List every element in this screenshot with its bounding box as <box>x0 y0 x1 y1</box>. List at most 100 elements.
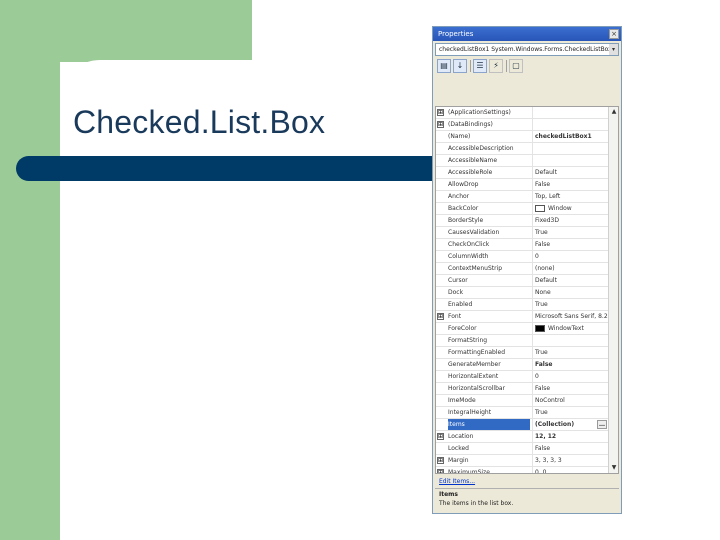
property-value[interactable]: Default <box>532 167 608 178</box>
property-name: ColumnWidth <box>448 253 489 260</box>
property-row[interactable]: ⊞ Font Microsoft Sans Serif, 8.25 <box>436 311 608 323</box>
property-value[interactable]: False <box>532 239 608 250</box>
property-value[interactable]: (Collection)… <box>532 419 608 430</box>
expand-icon[interactable]: ⊞ <box>437 121 444 128</box>
property-value[interactable]: True <box>532 407 608 418</box>
property-row[interactable]: ImeMode NoControl <box>436 395 608 407</box>
property-row[interactable]: CheckOnClick False <box>436 239 608 251</box>
edit-items-link[interactable]: Edit Items... <box>439 478 475 485</box>
property-value[interactable]: 0 <box>532 371 608 382</box>
property-name: (Name) <box>448 133 471 140</box>
slide-green-top-band <box>60 0 252 62</box>
property-row[interactable]: BackColor Window <box>436 203 608 215</box>
property-row[interactable]: ⊞ MaximumSize 0, 0 <box>436 467 608 474</box>
property-value[interactable]: WindowText <box>532 323 608 334</box>
property-value[interactable]: 12, 12 <box>532 431 608 442</box>
property-row[interactable]: Enabled True <box>436 299 608 311</box>
property-value[interactable]: Top, Left <box>532 191 608 202</box>
property-value-text: Fixed3D <box>535 217 559 224</box>
property-row[interactable]: HorizontalExtent 0 <box>436 371 608 383</box>
property-row[interactable]: ⊞ Margin 3, 3, 3, 3 <box>436 455 608 467</box>
property-row[interactable]: Dock None <box>436 287 608 299</box>
property-row[interactable]: ⊞ Location 12, 12 <box>436 431 608 443</box>
expand-icon[interactable]: ⊞ <box>437 433 444 440</box>
property-value[interactable] <box>532 143 608 154</box>
property-value[interactable] <box>532 155 608 166</box>
property-name: ForeColor <box>448 325 477 332</box>
property-row[interactable]: (Name) checkedListBox1 <box>436 131 608 143</box>
property-row[interactable]: FormattingEnabled True <box>436 347 608 359</box>
property-pages-button[interactable]: ▢ <box>509 59 523 73</box>
property-value[interactable]: checkedListBox1 <box>532 131 608 142</box>
property-value-text: None <box>535 289 551 296</box>
expand-icon[interactable]: ⊞ <box>437 109 444 116</box>
property-name: Locked <box>448 445 469 452</box>
property-row[interactable]: ColumnWidth 0 <box>436 251 608 263</box>
property-value[interactable] <box>532 119 608 130</box>
property-row[interactable]: CausesValidation True <box>436 227 608 239</box>
ellipsis-button[interactable]: … <box>597 420 607 429</box>
properties-view-button[interactable]: ☰ <box>473 59 487 73</box>
property-name: AllowDrop <box>448 181 479 188</box>
scroll-down-icon[interactable]: ▼ <box>609 463 618 473</box>
close-button[interactable]: × <box>609 29 619 39</box>
property-value[interactable]: Microsoft Sans Serif, 8.25 <box>532 311 608 322</box>
property-row[interactable]: ContextMenuStrip (none) <box>436 263 608 275</box>
property-row[interactable]: AccessibleName <box>436 155 608 167</box>
property-row[interactable]: Anchor Top, Left <box>436 191 608 203</box>
property-row[interactable]: BorderStyle Fixed3D <box>436 215 608 227</box>
property-row[interactable]: AccessibleDescription <box>436 143 608 155</box>
property-value[interactable]: False <box>532 383 608 394</box>
property-name: CausesValidation <box>448 229 500 236</box>
property-value[interactable]: True <box>532 347 608 358</box>
toolbar-separator <box>470 60 471 72</box>
property-value[interactable] <box>532 107 608 118</box>
properties-window: Properties × checkedListBox1 System.Wind… <box>432 26 622 514</box>
alphabetical-button[interactable]: ↓ <box>453 59 467 73</box>
property-value[interactable]: True <box>532 299 608 310</box>
property-value[interactable]: Default <box>532 275 608 286</box>
property-row[interactable]: ⊞ (DataBindings) <box>436 119 608 131</box>
expand-icon[interactable]: ⊞ <box>437 313 444 320</box>
property-row[interactable]: FormatString <box>436 335 608 347</box>
property-value[interactable]: True <box>532 227 608 238</box>
property-value[interactable]: False <box>532 359 608 370</box>
property-value[interactable]: False <box>532 443 608 454</box>
color-swatch <box>535 205 545 212</box>
chevron-down-icon[interactable]: ▾ <box>609 44 618 55</box>
property-value[interactable]: NoControl <box>532 395 608 406</box>
events-view-button[interactable]: ⚡ <box>489 59 503 73</box>
property-name: Location <box>448 433 474 440</box>
property-value[interactable]: 0 <box>532 251 608 262</box>
property-name: AccessibleDescription <box>448 145 514 152</box>
property-row[interactable]: Items (Collection)… <box>436 419 608 431</box>
property-row[interactable]: ⊞ (ApplicationSettings) <box>436 107 608 119</box>
object-selector-combo[interactable]: checkedListBox1 System.Windows.Forms.Che… <box>435 43 619 56</box>
property-value[interactable]: 0, 0 <box>532 467 608 474</box>
toolbar-separator <box>506 60 507 72</box>
property-row[interactable]: ForeColor WindowText <box>436 323 608 335</box>
property-value[interactable] <box>532 335 608 346</box>
property-row[interactable]: Locked False <box>436 443 608 455</box>
property-pages-icon: ▢ <box>512 61 520 70</box>
property-row[interactable]: GenerateMember False <box>436 359 608 371</box>
scroll-up-icon[interactable]: ▲ <box>609 107 618 117</box>
property-row[interactable]: IntegralHeight True <box>436 407 608 419</box>
property-value[interactable]: Fixed3D <box>532 215 608 226</box>
property-value-text: 0, 0 <box>535 469 547 474</box>
property-row[interactable]: Cursor Default <box>436 275 608 287</box>
property-value[interactable]: Window <box>532 203 608 214</box>
property-name: FormattingEnabled <box>448 349 506 356</box>
property-value[interactable]: False <box>532 179 608 190</box>
expand-icon[interactable]: ⊞ <box>437 469 444 473</box>
property-value[interactable]: 3, 3, 3, 3 <box>532 455 608 466</box>
property-value-text: True <box>535 349 548 356</box>
property-value[interactable]: (none) <box>532 263 608 274</box>
categorized-button[interactable]: ▤ <box>437 59 451 73</box>
property-row[interactable]: AccessibleRole Default <box>436 167 608 179</box>
property-row[interactable]: AllowDrop False <box>436 179 608 191</box>
expand-icon[interactable]: ⊞ <box>437 457 444 464</box>
vertical-scrollbar[interactable]: ▲ ▼ <box>608 107 618 473</box>
property-row[interactable]: HorizontalScrollbar False <box>436 383 608 395</box>
property-value[interactable]: None <box>532 287 608 298</box>
